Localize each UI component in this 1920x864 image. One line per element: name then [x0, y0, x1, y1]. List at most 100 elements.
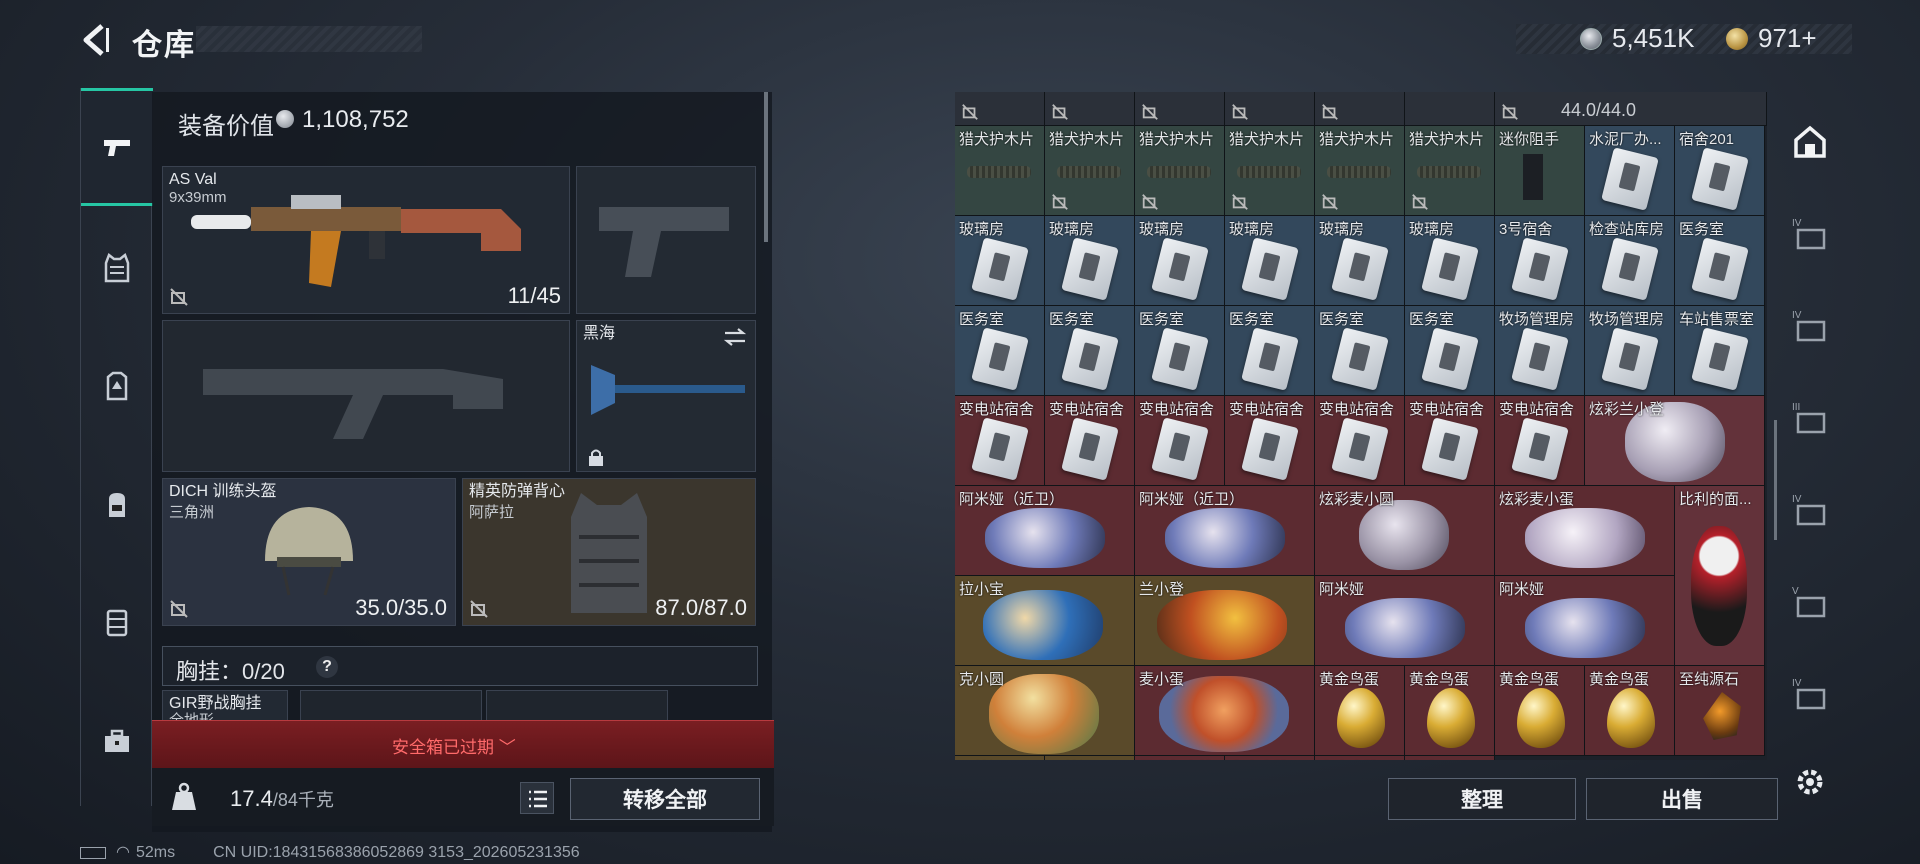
- item-name: 宿舍: [1409, 758, 1439, 760]
- stash-page-tab[interactable]: IV: [1778, 202, 1842, 266]
- tab-case[interactable]: [81, 586, 153, 658]
- stash-item[interactable]: 牧场管理房: [1495, 306, 1585, 396]
- stash-item[interactable]: 车站售票室: [1675, 306, 1765, 396]
- stash-item[interactable]: 变电站宿舍: [1045, 396, 1135, 486]
- stash-page-tab[interactable]: V: [1778, 570, 1842, 634]
- stash-item[interactable]: 变电站宿舍: [1405, 396, 1495, 486]
- stash-main-tab[interactable]: [1778, 110, 1842, 174]
- stash-scrollbar[interactable]: [1774, 420, 1777, 540]
- stash-cell[interactable]: [1225, 92, 1315, 126]
- stash-item[interactable]: 阿米娅（近卫）: [1135, 486, 1315, 576]
- tab-backpack[interactable]: [81, 468, 153, 540]
- stash-item[interactable]: 玻璃房: [1405, 216, 1495, 306]
- stash-item[interactable]: 玻璃房: [1315, 216, 1405, 306]
- melee-slot[interactable]: 黑海: [576, 320, 756, 472]
- stash-item[interactable]: 猎犬护木片: [1315, 126, 1405, 216]
- stash-item[interactable]: 炫彩麦小蛋: [1495, 486, 1675, 576]
- sell-button[interactable]: 出售: [1586, 778, 1778, 820]
- secondary-primary-slot[interactable]: [162, 320, 570, 472]
- stash-item[interactable]: 3号宿舍: [1495, 216, 1585, 306]
- stash-item[interactable]: 检查站库房: [1585, 216, 1675, 306]
- tab-weapons[interactable]: [81, 88, 153, 206]
- left-scrollbar[interactable]: [764, 92, 768, 242]
- stash-item[interactable]: 猎犬护木片: [1405, 126, 1495, 216]
- stash-page-tab[interactable]: IV: [1778, 478, 1842, 542]
- stash-item[interactable]: 黄金鸟蛋: [1405, 666, 1495, 756]
- stash-item[interactable]: 克小圆: [955, 666, 1135, 756]
- stash-item[interactable]: 变电站宿舍: [1315, 396, 1405, 486]
- stash-item[interactable]: 变电站宿舍: [1495, 396, 1585, 486]
- stash-item[interactable]: 阿米娅: [1495, 576, 1675, 666]
- tab-armor[interactable]: [81, 350, 153, 422]
- stash-item[interactable]: 至纯源石: [1675, 666, 1765, 756]
- stash-item[interactable]: 玻璃房: [1225, 216, 1315, 306]
- stash-item[interactable]: 猎犬护木片: [1045, 126, 1135, 216]
- stash-item[interactable]: 玻璃房: [1135, 216, 1225, 306]
- stash-item[interactable]: 拉小宝: [955, 576, 1135, 666]
- stash-item[interactable]: 宿舍201: [1675, 126, 1765, 216]
- stash-item[interactable]: 康仑小院: [1225, 756, 1315, 760]
- tab-rig[interactable]: [81, 232, 153, 304]
- stash-item[interactable]: 水泥厂办...: [1585, 126, 1675, 216]
- stash-item[interactable]: 变电站宿舍: [955, 396, 1045, 486]
- gold-amount[interactable]: 971+: [1758, 23, 1817, 54]
- stash-item[interactable]: 黄金鸟蛋: [1585, 666, 1675, 756]
- stash-cell[interactable]: [1315, 92, 1405, 126]
- swap-icon[interactable]: [723, 327, 747, 347]
- list-view-button[interactable]: [520, 782, 554, 814]
- stash-item[interactable]: 黄金鸟蛋: [1495, 666, 1585, 756]
- stash-item[interactable]: 医务室: [955, 306, 1045, 396]
- transfer-all-button[interactable]: 转移全部: [570, 778, 760, 820]
- stash-item[interactable]: 显音机之墙: [1135, 756, 1225, 760]
- stash-item[interactable]: 至纯源石: [955, 756, 1045, 760]
- stash-item[interactable]: 黄金鸟蛋: [1315, 666, 1405, 756]
- stash-item[interactable]: 医务室: [1225, 306, 1315, 396]
- stash-item[interactable]: 猎犬护木片: [1225, 126, 1315, 216]
- stash-cell[interactable]: [1135, 92, 1225, 126]
- stash-cell[interactable]: [955, 92, 1045, 126]
- stash-page-tab[interactable]: IV: [1778, 662, 1842, 726]
- secondary-weapon-slot[interactable]: [576, 166, 756, 314]
- stash-item[interactable]: 玻璃房: [955, 216, 1045, 306]
- stash-page-tab[interactable]: III: [1778, 386, 1842, 450]
- stash-item[interactable]: 猎犬护木片: [955, 126, 1045, 216]
- stash-cell[interactable]: [1045, 92, 1135, 126]
- help-icon[interactable]: ?: [316, 656, 338, 678]
- armor-slot[interactable]: 精英防弹背心 阿萨拉 87.0/87.0: [462, 478, 756, 626]
- stash-item[interactable]: 医务室: [1135, 306, 1225, 396]
- stash-page-tab[interactable]: IV: [1778, 294, 1842, 358]
- sort-button[interactable]: 整理: [1388, 778, 1576, 820]
- primary-weapon-slot[interactable]: AS Val 9x39mm 11/45: [162, 166, 570, 314]
- stash-item[interactable]: 阿米娅（近卫）: [955, 486, 1135, 576]
- stash-item[interactable]: 医务室: [1675, 216, 1765, 306]
- stash-item[interactable]: 康仑小院: [1315, 756, 1405, 760]
- rig-item[interactable]: GIR野战胸挂 全地形: [162, 690, 288, 722]
- stash-item[interactable]: 炫彩麦小圆: [1315, 486, 1495, 576]
- stash-item[interactable]: 麦小蛋: [1135, 666, 1315, 756]
- gear-icon[interactable]: [1792, 764, 1828, 800]
- back-arrow-icon[interactable]: [78, 22, 114, 58]
- stash-item[interactable]: 猎犬护木片: [1135, 126, 1225, 216]
- stash-item[interactable]: 阿米娅: [1315, 576, 1495, 666]
- stash-item[interactable]: 牧场管理房: [1585, 306, 1675, 396]
- tab-toolbox[interactable]: [81, 706, 153, 778]
- stash-item[interactable]: 迷你阻手: [1495, 126, 1585, 216]
- stash-item[interactable]: 变电站宿舍: [1135, 396, 1225, 486]
- stash-item[interactable]: 至纯源石: [1045, 756, 1135, 760]
- safe-box-status[interactable]: 安全箱已过期 ﹀: [392, 733, 516, 758]
- helmet-slot[interactable]: DICH 训练头盔 三角洲 35.0/35.0: [162, 478, 456, 626]
- stash-item[interactable]: 比利的面...: [1675, 486, 1765, 666]
- stash-item[interactable]: 玻璃房: [1045, 216, 1135, 306]
- armor-plate-icon: [106, 371, 128, 401]
- stash-item[interactable]: 炫彩兰小登: [1585, 396, 1765, 486]
- stash-item[interactable]: 医务室: [1315, 306, 1405, 396]
- stash-item[interactable]: 变电站宿舍: [1225, 396, 1315, 486]
- stash-item[interactable]: 宿舍: [1405, 756, 1495, 760]
- stash-item[interactable]: 医务室: [1405, 306, 1495, 396]
- stash-item[interactable]: 医务室: [1045, 306, 1135, 396]
- stash-cell[interactable]: 44.0/44.0: [1495, 92, 1767, 126]
- stash-item[interactable]: 兰小登: [1135, 576, 1315, 666]
- rig-slot[interactable]: [300, 690, 482, 722]
- rig-slot[interactable]: [486, 690, 668, 722]
- stash-cell[interactable]: [1405, 92, 1495, 126]
